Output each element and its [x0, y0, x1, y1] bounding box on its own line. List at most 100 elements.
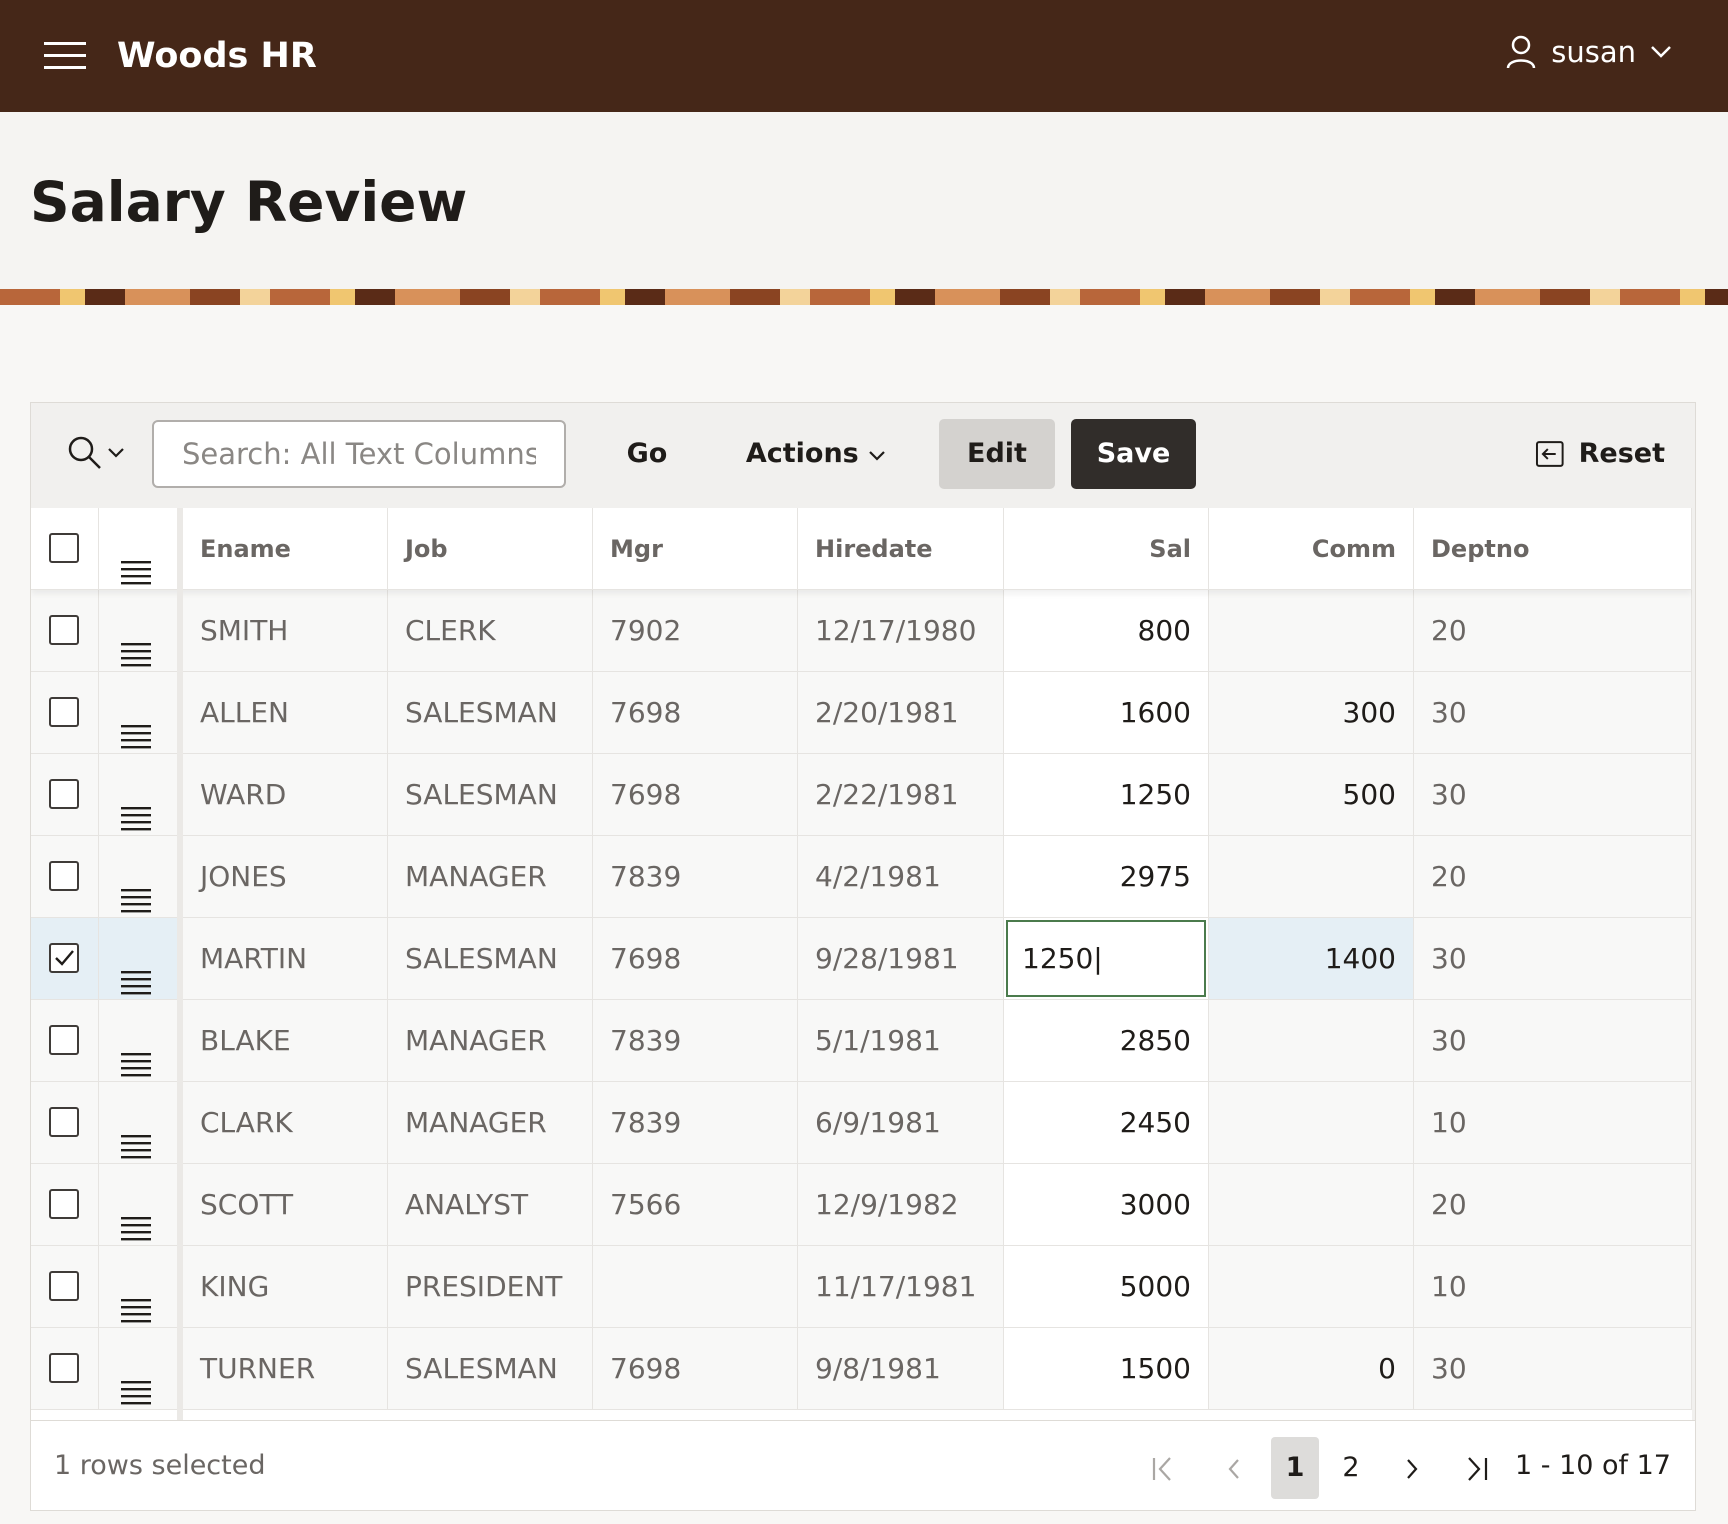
- row-menu-cell: [99, 672, 183, 754]
- row-menu-icon[interactable]: [121, 863, 151, 917]
- first-page-button[interactable]: [1139, 1437, 1189, 1499]
- search-input[interactable]: [152, 420, 566, 488]
- row-menu-cell: [99, 836, 183, 918]
- cell-deptno: 30: [1414, 672, 1692, 754]
- hamburger-icon[interactable]: [44, 42, 86, 70]
- cell-sal[interactable]: 5000: [1004, 1246, 1209, 1328]
- cell-mgr: 7839: [593, 1082, 798, 1164]
- prev-page-button[interactable]: [1209, 1437, 1259, 1499]
- cell-sal[interactable]: 800: [1004, 590, 1209, 672]
- cell-mgr: 7902: [593, 590, 798, 672]
- column-header-mgr[interactable]: Mgr: [593, 508, 798, 590]
- app-header: Woods HR susan: [0, 0, 1728, 112]
- row-menu-icon[interactable]: [121, 617, 151, 671]
- table-row[interactable]: WARD SALESMAN 7698 2/22/1981 1250 500 30: [31, 754, 1692, 836]
- cell-sal[interactable]: 2850: [1004, 1000, 1209, 1082]
- row-select-cell: [31, 1164, 99, 1246]
- table-row[interactable]: SMITH CLERK 7902 12/17/1980 800 20: [31, 590, 1692, 672]
- app-title[interactable]: Woods HR: [117, 36, 317, 76]
- cell-sal[interactable]: 3000: [1004, 1164, 1209, 1246]
- cell-comm[interactable]: [1209, 590, 1414, 672]
- cell-sal[interactable]: 2450: [1004, 1082, 1209, 1164]
- cell-comm[interactable]: 0: [1209, 1328, 1414, 1410]
- row-menu-icon[interactable]: [121, 1191, 151, 1245]
- column-header-comm[interactable]: Comm: [1209, 508, 1414, 590]
- cell-mgr: [593, 1246, 798, 1328]
- cell-hiredate: 2/22/1981: [798, 754, 1004, 836]
- cell-deptno: 30: [1414, 1000, 1692, 1082]
- row-checkbox[interactable]: [49, 1107, 79, 1137]
- column-header-sal[interactable]: Sal: [1004, 508, 1209, 590]
- row-checkbox[interactable]: [49, 615, 79, 645]
- next-page-button[interactable]: [1388, 1437, 1436, 1499]
- cell-sal[interactable]: 1500: [1004, 1328, 1209, 1410]
- cell-sal[interactable]: 1600: [1004, 672, 1209, 754]
- table-row[interactable]: TURNER SALESMAN 7698 9/8/1981 1500 0 30: [31, 1328, 1692, 1410]
- table-row[interactable]: KING PRESIDENT 11/17/1981 5000 10: [31, 1246, 1692, 1328]
- reset-button[interactable]: Reset: [1535, 419, 1665, 489]
- column-header-deptno[interactable]: Deptno: [1414, 508, 1692, 590]
- row-menu-icon[interactable]: [121, 699, 151, 753]
- column-header-job[interactable]: Job: [388, 508, 593, 590]
- user-menu[interactable]: susan: [1505, 34, 1672, 70]
- table-row[interactable]: SCOTT ANALYST 7566 12/9/1982 3000 20: [31, 1164, 1692, 1246]
- cell-ename: MARTIN: [183, 918, 388, 1000]
- cell-sal[interactable]: 1250|: [1004, 918, 1209, 1000]
- row-menu-icon[interactable]: [121, 1355, 151, 1409]
- cell-ename: CLARK: [183, 1082, 388, 1164]
- table-row[interactable]: BLAKE MANAGER 7839 5/1/1981 2850 30: [31, 1000, 1692, 1082]
- cell-hiredate: 4/2/1981: [798, 836, 1004, 918]
- cell-comm[interactable]: [1209, 836, 1414, 918]
- cell-comm[interactable]: [1209, 1000, 1414, 1082]
- edit-button[interactable]: Edit: [939, 419, 1055, 489]
- save-button[interactable]: Save: [1071, 419, 1196, 489]
- search-column-menu[interactable]: [67, 435, 125, 471]
- column-header-ename[interactable]: Ename: [183, 508, 388, 590]
- row-checkbox[interactable]: [49, 779, 79, 809]
- cell-sal[interactable]: 1250: [1004, 754, 1209, 836]
- cell-ename: TURNER: [183, 1328, 388, 1410]
- row-menu-icon[interactable]: [121, 945, 151, 999]
- row-menu-icon[interactable]: [121, 1027, 151, 1081]
- cell-comm[interactable]: [1209, 1164, 1414, 1246]
- table-row[interactable]: ALLEN SALESMAN 7698 2/20/1981 1600 300 30: [31, 672, 1692, 754]
- row-menu-icon[interactable]: [121, 1109, 151, 1163]
- user-name: susan: [1551, 35, 1636, 69]
- table-row[interactable]: CLARK MANAGER 7839 6/9/1981 2450 10: [31, 1082, 1692, 1164]
- page-2-button[interactable]: 2: [1327, 1437, 1375, 1499]
- table-row[interactable]: JONES MANAGER 7839 4/2/1981 2975 20: [31, 836, 1692, 918]
- page-1-button[interactable]: 1: [1271, 1437, 1319, 1499]
- row-checkbox[interactable]: [49, 943, 79, 973]
- cell-comm[interactable]: 300: [1209, 672, 1414, 754]
- sal-edit-input[interactable]: 1250|: [1006, 920, 1206, 997]
- row-checkbox[interactable]: [49, 1271, 79, 1301]
- table-row[interactable]: MARTIN SALESMAN 7698 9/28/1981 1250| 1400 30: [31, 918, 1692, 1000]
- last-page-button[interactable]: [1449, 1437, 1505, 1499]
- select-all-checkbox[interactable]: [49, 533, 79, 563]
- row-menu-icon[interactable]: [121, 781, 151, 835]
- row-menu-icon[interactable]: [121, 1273, 151, 1327]
- column-header-hiredate[interactable]: Hiredate: [798, 508, 1004, 590]
- cell-comm[interactable]: [1209, 1082, 1414, 1164]
- cell-job: PRESIDENT: [388, 1246, 593, 1328]
- chevron-down-icon: [869, 451, 885, 461]
- pagination-range: 1 - 10 of 17: [1515, 1450, 1671, 1481]
- cell-comm[interactable]: 1400: [1209, 918, 1414, 1000]
- row-checkbox[interactable]: [49, 1025, 79, 1055]
- cell-ename: SCOTT: [183, 1164, 388, 1246]
- next-page-icon: [1407, 1458, 1418, 1479]
- row-checkbox[interactable]: [49, 1353, 79, 1383]
- cell-job: MANAGER: [388, 1082, 593, 1164]
- row-menu-icon[interactable]: [121, 535, 151, 589]
- row-checkbox[interactable]: [49, 697, 79, 727]
- go-button[interactable]: Go: [597, 419, 697, 489]
- row-checkbox[interactable]: [49, 861, 79, 891]
- row-checkbox[interactable]: [49, 1189, 79, 1219]
- cell-sal[interactable]: 2975: [1004, 836, 1209, 918]
- selection-count: 1 rows selected: [54, 1450, 266, 1481]
- actions-menu-button[interactable]: Actions: [741, 419, 891, 489]
- prev-page-icon: [1228, 1458, 1239, 1479]
- select-all-cell: [31, 508, 99, 590]
- cell-comm[interactable]: [1209, 1246, 1414, 1328]
- cell-comm[interactable]: 500: [1209, 754, 1414, 836]
